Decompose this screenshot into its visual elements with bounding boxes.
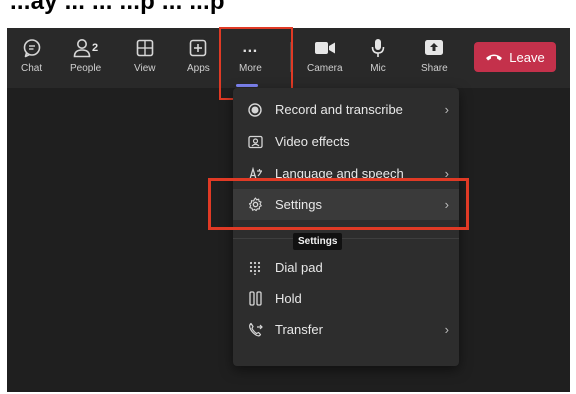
menu-item-label: Transfer bbox=[275, 322, 323, 337]
menu-item-label: Dial pad bbox=[275, 260, 323, 275]
hold-icon bbox=[247, 291, 263, 306]
leave-label: Leave bbox=[509, 49, 545, 65]
chevron-right-icon: › bbox=[444, 322, 449, 337]
top-caption-strip: ...ay ... ... ...p ... ...p bbox=[0, 0, 576, 28]
apps-label: Apps bbox=[187, 63, 210, 74]
people-icon: 2 bbox=[73, 35, 98, 61]
phone-hangup-icon bbox=[485, 52, 503, 62]
menu-item-record-and-transcribe[interactable]: Record and transcribe › bbox=[233, 94, 459, 125]
view-button[interactable]: View bbox=[134, 35, 156, 81]
view-label: View bbox=[134, 63, 156, 74]
menu-item-video-effects[interactable]: Video effects bbox=[233, 126, 459, 157]
apps-button[interactable]: Apps bbox=[187, 35, 210, 81]
chevron-right-icon: › bbox=[444, 102, 449, 117]
menu-item-dial-pad[interactable]: Dial pad bbox=[233, 252, 459, 283]
people-button[interactable]: 2 People bbox=[70, 35, 101, 81]
view-grid-icon bbox=[136, 35, 154, 61]
share-screen-icon bbox=[424, 35, 444, 61]
record-icon bbox=[247, 102, 263, 117]
mic-label: Mic bbox=[370, 63, 386, 74]
menu-item-hold[interactable]: Hold bbox=[233, 283, 459, 314]
dialpad-icon bbox=[247, 261, 263, 275]
menu-separator bbox=[233, 238, 459, 239]
apps-add-icon bbox=[189, 35, 207, 61]
meeting-window: Chat 2 People View Apps … More Camera Mi… bbox=[7, 27, 570, 392]
video-effects-icon bbox=[247, 135, 263, 149]
camera-icon bbox=[314, 35, 336, 61]
transfer-icon bbox=[247, 322, 263, 337]
settings-tooltip: Settings bbox=[293, 233, 343, 250]
camera-label: Camera bbox=[307, 63, 343, 74]
share-label: Share bbox=[421, 63, 448, 74]
people-count-badge: 2 bbox=[92, 42, 99, 54]
menu-item-transfer[interactable]: Transfer › bbox=[233, 314, 459, 345]
chat-button[interactable]: Chat bbox=[21, 35, 42, 81]
chat-label: Chat bbox=[21, 63, 43, 74]
people-label: People bbox=[70, 63, 102, 74]
camera-button[interactable]: Camera bbox=[307, 35, 343, 81]
share-button[interactable]: Share bbox=[421, 35, 448, 81]
mic-icon bbox=[370, 35, 386, 61]
leave-button[interactable]: Leave bbox=[474, 42, 556, 72]
menu-item-label: Hold bbox=[275, 291, 302, 306]
mic-button[interactable]: Mic bbox=[370, 35, 386, 81]
top-caption-text: ...ay ... ... ...p ... ...p bbox=[10, 0, 225, 15]
menu-item-label: Video effects bbox=[275, 134, 350, 149]
chat-icon bbox=[22, 35, 42, 61]
menu-item-label: Record and transcribe bbox=[275, 102, 403, 117]
settings-highlight-box bbox=[208, 178, 469, 230]
